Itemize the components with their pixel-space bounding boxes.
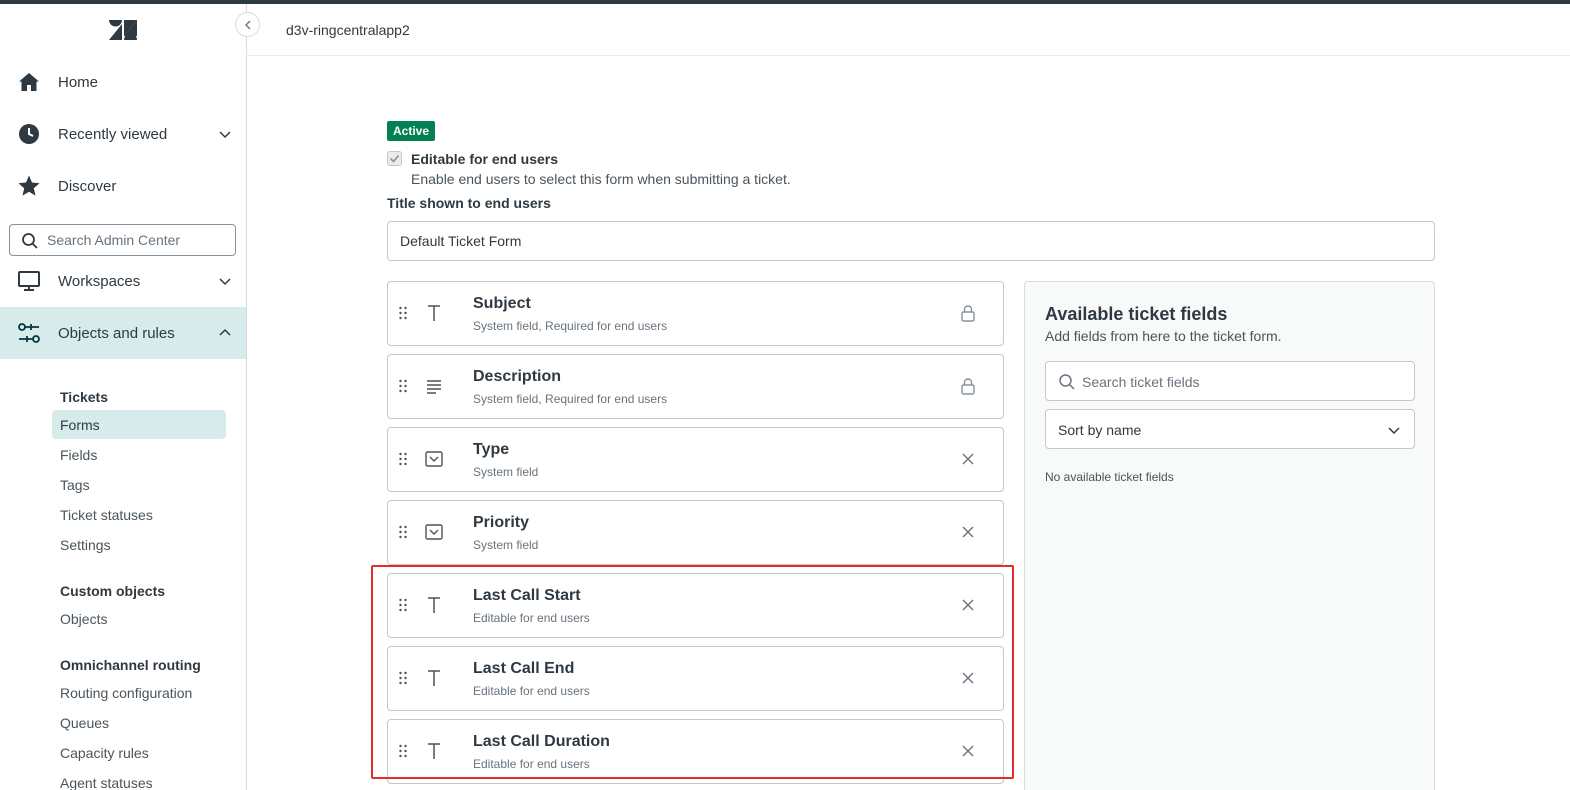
sidebar-item-forms[interactable]: Forms (52, 410, 226, 439)
star-icon (17, 174, 41, 198)
form-field-row[interactable]: Last Call Duration Editable for end users (387, 719, 1004, 784)
drag-handle-icon[interactable] (398, 744, 408, 758)
drag-handle-icon[interactable] (398, 525, 408, 539)
form-field-row[interactable]: Priority System field (387, 500, 1004, 565)
page-header: d3v-ringcentralapp2 (247, 4, 1570, 56)
search-ticket-fields-placeholder: Search ticket fields (1082, 374, 1200, 390)
nav-home-label: Home (58, 73, 99, 91)
chevron-down-icon (217, 126, 233, 142)
clock-icon (17, 122, 41, 146)
remove-field-button[interactable] (959, 596, 977, 614)
nav-home[interactable]: Home (0, 58, 246, 106)
sidebar-item-tags[interactable]: Tags (52, 470, 226, 499)
remove-field-button[interactable] (959, 742, 977, 760)
chevron-left-icon (244, 20, 250, 29)
sidebar-item-objects[interactable]: Objects (52, 604, 226, 633)
drag-handle-icon[interactable] (398, 452, 408, 466)
field-name: Last Call End (473, 660, 575, 677)
sidebar-item-ticket-statuses[interactable]: Ticket statuses (52, 500, 226, 529)
section-heading-omnichannel-routing: Omnichannel routing (60, 657, 201, 673)
zendesk-logo-icon[interactable] (108, 18, 138, 42)
sidebar-item-capacity-rules[interactable]: Capacity rules (52, 738, 226, 767)
chevron-down-icon (1386, 422, 1402, 438)
form-field-row[interactable]: Description System field, Required for en… (387, 354, 1004, 419)
account-name: d3v-ringcentralapp2 (286, 22, 410, 38)
search-admin-input[interactable]: Search Admin Center (9, 224, 236, 256)
nav-workspaces[interactable]: Workspaces (0, 257, 246, 305)
field-description: Editable for end users (473, 611, 590, 625)
sidebar-item-routing-configuration[interactable]: Routing configuration (52, 678, 226, 707)
available-fields-subtitle: Add fields from here to the ticket form. (1045, 328, 1282, 344)
remove-field-button[interactable] (959, 450, 977, 468)
remove-field-button[interactable] (959, 669, 977, 687)
available-fields-title: Available ticket fields (1045, 304, 1228, 324)
home-icon (17, 70, 41, 94)
field-description: System field, Required for end users (473, 392, 668, 406)
field-description: Editable for end users (473, 757, 590, 771)
form-field-row[interactable]: Last Call Start Editable for end users (387, 573, 1004, 638)
nav-objects-and-rules[interactable]: Objects and rules (0, 307, 246, 359)
check-icon (389, 154, 400, 163)
sidebar-item-queues[interactable]: Queues (52, 708, 226, 737)
sidebar-item-fields[interactable]: Fields (52, 440, 226, 469)
editable-checkbox-hint: Enable end users to select this form whe… (411, 171, 791, 187)
field-name: Subject (473, 295, 531, 312)
nav-objects-and-rules-label: Objects and rules (58, 324, 175, 342)
dropdown-type-icon (424, 449, 444, 469)
chevron-up-icon (217, 325, 233, 341)
search-icon (21, 232, 39, 250)
field-description: System field (473, 465, 539, 479)
section-heading-custom-objects: Custom objects (60, 583, 166, 599)
sidebar-item-settings[interactable]: Settings (52, 530, 226, 559)
nav-discover[interactable]: Discover (0, 162, 246, 210)
drag-handle-icon[interactable] (398, 671, 408, 685)
available-fields-panel: Available ticket fields Add fields from … (1024, 281, 1435, 790)
sidebar-item-agent-statuses[interactable]: Agent statuses (52, 768, 226, 790)
text-type-icon (424, 668, 444, 688)
section-heading-tickets: Tickets (60, 389, 108, 405)
search-ticket-fields-input[interactable]: Search ticket fields (1045, 361, 1415, 401)
sort-select[interactable]: Sort by name (1045, 409, 1415, 449)
field-description: System field, Required for end users (473, 319, 668, 333)
chevron-down-icon (217, 273, 233, 289)
field-name: Last Call Duration (473, 733, 610, 750)
lock-icon (959, 304, 977, 322)
dropdown-type-icon (424, 522, 444, 542)
form-field-row[interactable]: Last Call End Editable for end users (387, 646, 1004, 711)
field-name: Description (473, 368, 562, 385)
form-field-row[interactable]: Type System field (387, 427, 1004, 492)
remove-field-button[interactable] (959, 523, 977, 541)
drag-handle-icon[interactable] (398, 306, 408, 320)
form-field-row[interactable]: Subject System field, Required for end us… (387, 281, 1004, 346)
field-name: Last Call Start (473, 587, 581, 604)
status-badge: Active (387, 121, 436, 141)
lock-icon (959, 377, 977, 395)
title-input[interactable]: Default Ticket Form (387, 221, 1435, 261)
search-icon (1058, 373, 1076, 391)
editable-checkbox-label: Editable for end users (411, 151, 559, 167)
field-name: Priority (473, 514, 530, 531)
nav-discover-label: Discover (58, 177, 117, 195)
sidebar: Home Recently viewed Discover Search Adm… (0, 4, 247, 790)
text-type-icon (424, 741, 444, 761)
nav-workspaces-label: Workspaces (58, 272, 141, 290)
nav-recently-viewed[interactable]: Recently viewed (0, 110, 246, 158)
monitor-icon (17, 269, 41, 293)
search-admin-placeholder: Search Admin Center (47, 232, 181, 248)
sort-select-value: Sort by name (1058, 422, 1142, 438)
editable-checkbox[interactable] (387, 151, 402, 166)
objects-rules-icon (17, 321, 41, 345)
title-field-label: Title shown to end users (387, 195, 551, 211)
field-description: System field (473, 538, 539, 552)
empty-state-text: No available ticket fields (1045, 470, 1174, 484)
nav-recently-viewed-label: Recently viewed (58, 125, 168, 143)
text-type-icon (424, 303, 444, 323)
text-type-icon (424, 595, 444, 615)
drag-handle-icon[interactable] (398, 379, 408, 393)
drag-handle-icon[interactable] (398, 598, 408, 612)
multiline-type-icon (424, 376, 444, 396)
field-description: Editable for end users (473, 684, 590, 698)
field-name: Type (473, 441, 510, 458)
collapse-sidebar-button[interactable] (235, 12, 260, 37)
